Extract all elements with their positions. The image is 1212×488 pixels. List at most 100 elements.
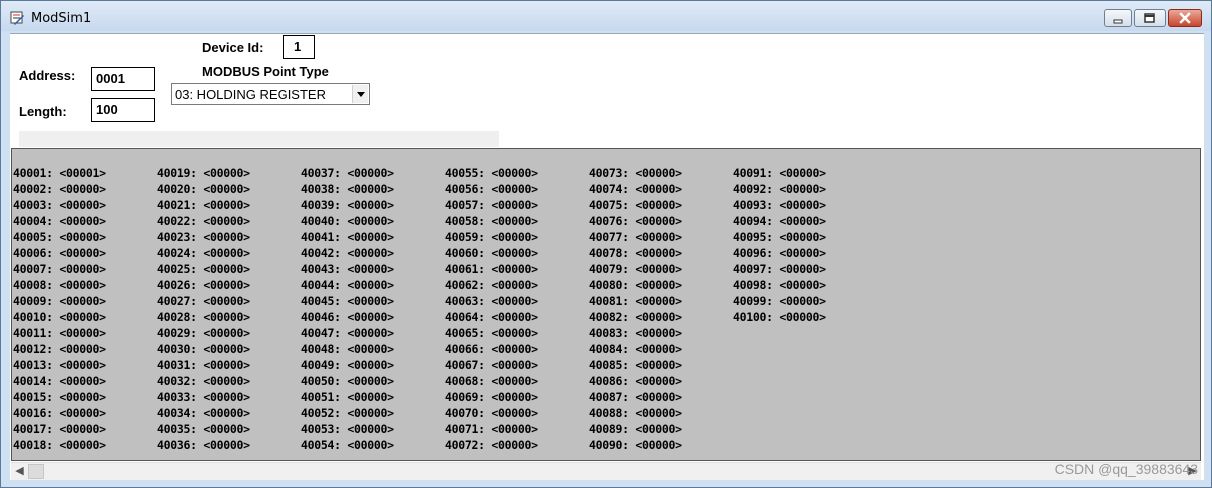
register-value[interactable]: 40004: <00000> — [13, 213, 106, 229]
register-value[interactable]: 40059: <00000> — [445, 229, 538, 245]
register-value[interactable]: 40058: <00000> — [445, 213, 538, 229]
register-value[interactable]: 40017: <00000> — [13, 421, 106, 437]
register-value[interactable]: 40018: <00000> — [13, 437, 106, 453]
scroll-thumb[interactable] — [28, 464, 44, 479]
register-value[interactable]: 40021: <00000> — [157, 197, 250, 213]
register-value[interactable]: 40082: <00000> — [589, 309, 682, 325]
register-value[interactable]: 40084: <00000> — [589, 341, 682, 357]
register-value[interactable]: 40048: <00000> — [301, 341, 394, 357]
register-value[interactable]: 40055: <00000> — [445, 165, 538, 181]
register-value[interactable]: 40092: <00000> — [733, 181, 826, 197]
register-value[interactable]: 40024: <00000> — [157, 245, 250, 261]
register-value[interactable]: 40081: <00000> — [589, 293, 682, 309]
scroll-left-icon[interactable]: ◀ — [11, 463, 28, 480]
register-value[interactable]: 40032: <00000> — [157, 373, 250, 389]
register-value[interactable]: 40095: <00000> — [733, 229, 826, 245]
register-value[interactable]: 40010: <00000> — [13, 309, 106, 325]
register-value[interactable]: 40026: <00000> — [157, 277, 250, 293]
register-value[interactable]: 40007: <00000> — [13, 261, 106, 277]
register-value[interactable]: 40038: <00000> — [301, 181, 394, 197]
register-value[interactable]: 40067: <00000> — [445, 357, 538, 373]
register-value[interactable]: 40002: <00000> — [13, 181, 106, 197]
register-value[interactable]: 40013: <00000> — [13, 357, 106, 373]
maximize-button[interactable] — [1134, 9, 1166, 27]
register-value[interactable]: 40064: <00000> — [445, 309, 538, 325]
device-id-field[interactable]: 1 — [283, 35, 315, 59]
register-value[interactable]: 40060: <00000> — [445, 245, 538, 261]
register-value[interactable]: 40053: <00000> — [301, 421, 394, 437]
register-value[interactable]: 40008: <00000> — [13, 277, 106, 293]
register-value[interactable]: 40077: <00000> — [589, 229, 682, 245]
register-value[interactable]: 40044: <00000> — [301, 277, 394, 293]
dropdown-button[interactable] — [352, 85, 368, 103]
register-value[interactable]: 40045: <00000> — [301, 293, 394, 309]
register-value[interactable]: 40030: <00000> — [157, 341, 250, 357]
register-value[interactable]: 40076: <00000> — [589, 213, 682, 229]
register-value[interactable]: 40068: <00000> — [445, 373, 538, 389]
register-value[interactable]: 40019: <00000> — [157, 165, 250, 181]
register-value[interactable]: 40042: <00000> — [301, 245, 394, 261]
register-value[interactable]: 40047: <00000> — [301, 325, 394, 341]
horizontal-scrollbar[interactable]: ◀ ▶ — [11, 462, 1201, 480]
register-value[interactable]: 40099: <00000> — [733, 293, 826, 309]
register-value[interactable]: 40034: <00000> — [157, 405, 250, 421]
register-value[interactable]: 40022: <00000> — [157, 213, 250, 229]
register-value[interactable]: 40006: <00000> — [13, 245, 106, 261]
register-value[interactable]: 40090: <00000> — [589, 437, 682, 453]
register-value[interactable]: 40096: <00000> — [733, 245, 826, 261]
register-value[interactable]: 40029: <00000> — [157, 325, 250, 341]
register-value[interactable]: 40054: <00000> — [301, 437, 394, 453]
register-value[interactable]: 40075: <00000> — [589, 197, 682, 213]
register-value[interactable]: 40003: <00000> — [13, 197, 106, 213]
register-value[interactable]: 40035: <00000> — [157, 421, 250, 437]
register-value[interactable]: 40033: <00000> — [157, 389, 250, 405]
register-value[interactable]: 40016: <00000> — [13, 405, 106, 421]
point-type-select[interactable]: 03: HOLDING REGISTER — [171, 83, 370, 105]
register-value[interactable]: 40100: <00000> — [733, 309, 826, 325]
register-value[interactable]: 40028: <00000> — [157, 309, 250, 325]
register-value[interactable]: 40089: <00000> — [589, 421, 682, 437]
register-value[interactable]: 40074: <00000> — [589, 181, 682, 197]
register-value[interactable]: 40051: <00000> — [301, 389, 394, 405]
register-value[interactable]: 40087: <00000> — [589, 389, 682, 405]
register-value[interactable]: 40065: <00000> — [445, 325, 538, 341]
register-value[interactable]: 40011: <00000> — [13, 325, 106, 341]
register-value[interactable]: 40071: <00000> — [445, 421, 538, 437]
register-value[interactable]: 40043: <00000> — [301, 261, 394, 277]
register-value[interactable]: 40078: <00000> — [589, 245, 682, 261]
register-value[interactable]: 40001: <00001> — [13, 165, 106, 181]
register-value[interactable]: 40063: <00000> — [445, 293, 538, 309]
register-value[interactable]: 40091: <00000> — [733, 165, 826, 181]
register-value[interactable]: 40069: <00000> — [445, 389, 538, 405]
register-value[interactable]: 40014: <00000> — [13, 373, 106, 389]
register-value[interactable]: 40070: <00000> — [445, 405, 538, 421]
register-value[interactable]: 40023: <00000> — [157, 229, 250, 245]
register-value[interactable]: 40039: <00000> — [301, 197, 394, 213]
register-value[interactable]: 40098: <00000> — [733, 277, 826, 293]
register-value[interactable]: 40012: <00000> — [13, 341, 106, 357]
register-value[interactable]: 40049: <00000> — [301, 357, 394, 373]
register-value[interactable]: 40031: <00000> — [157, 357, 250, 373]
register-value[interactable]: 40079: <00000> — [589, 261, 682, 277]
register-value[interactable]: 40020: <00000> — [157, 181, 250, 197]
register-value[interactable]: 40072: <00000> — [445, 437, 538, 453]
register-value[interactable]: 40066: <00000> — [445, 341, 538, 357]
register-value[interactable]: 40052: <00000> — [301, 405, 394, 421]
register-value[interactable]: 40046: <00000> — [301, 309, 394, 325]
register-value[interactable]: 40009: <00000> — [13, 293, 106, 309]
register-value[interactable]: 40057: <00000> — [445, 197, 538, 213]
title-bar[interactable]: ModSim1 — [1, 1, 1211, 31]
register-value[interactable]: 40062: <00000> — [445, 277, 538, 293]
register-value[interactable]: 40093: <00000> — [733, 197, 826, 213]
register-value[interactable]: 40085: <00000> — [589, 357, 682, 373]
register-value[interactable]: 40005: <00000> — [13, 229, 106, 245]
register-value[interactable]: 40094: <00000> — [733, 213, 826, 229]
register-value[interactable]: 40088: <00000> — [589, 405, 682, 421]
register-value[interactable]: 40040: <00000> — [301, 213, 394, 229]
register-value[interactable]: 40036: <00000> — [157, 437, 250, 453]
register-value[interactable]: 40056: <00000> — [445, 181, 538, 197]
register-value[interactable]: 40015: <00000> — [13, 389, 106, 405]
close-button[interactable] — [1168, 9, 1202, 27]
register-value[interactable]: 40083: <00000> — [589, 325, 682, 341]
address-field[interactable]: 0001 — [91, 67, 155, 91]
